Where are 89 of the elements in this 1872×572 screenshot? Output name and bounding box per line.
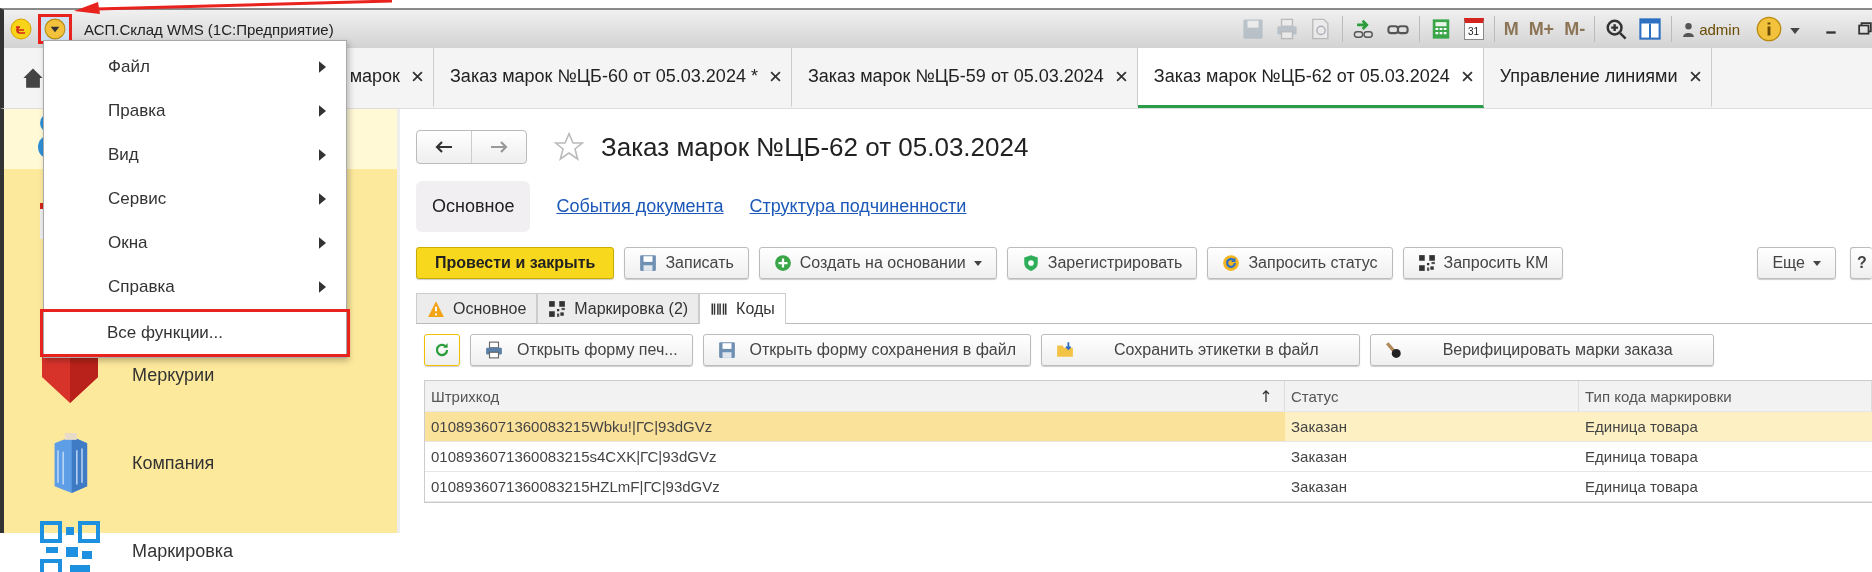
document-title: Заказ марок №ЦБ-62 от 05.03.2024: [601, 131, 1029, 163]
form-tab[interactable]: Основное: [416, 293, 538, 323]
menu-item[interactable]: Сервис: [44, 177, 346, 221]
menu-item[interactable]: Правка: [44, 89, 346, 133]
caret-icon[interactable]: [1790, 28, 1800, 34]
close-icon[interactable]: [412, 71, 423, 82]
toolbar-button[interactable]: Записать: [624, 247, 749, 279]
calendar-button[interactable]: 31: [1463, 18, 1484, 40]
folder-icon: [1056, 341, 1075, 359]
submenu-arrow-icon: [319, 193, 326, 205]
table-cell: 0108936071360083215s4CXK|ГС|93dGVz: [431, 448, 717, 465]
column-header[interactable]: Статус: [1291, 387, 1339, 405]
warning-icon: [427, 299, 445, 318]
app-logo-icon: [10, 18, 32, 40]
toolbar-button[interactable]: Создать на основании: [758, 247, 997, 279]
table-cell: 0108936071360083215Wbku!|ГС|93dGVz: [431, 418, 713, 435]
document-tab[interactable]: Заказ марок №ЦБ-62 от 05.03.2024: [1137, 48, 1484, 108]
stamp-icon: [1384, 341, 1403, 359]
sidebar-item[interactable]: Меркурии: [132, 364, 215, 386]
form-tab[interactable]: Коды: [699, 293, 786, 324]
table-cell: Единица товара: [1585, 418, 1698, 435]
document-tab[interactable]: Заказ марок №ЦБ-60 от 05.03.2024 *: [434, 48, 792, 108]
column-header[interactable]: Штрихкод: [431, 387, 500, 405]
shield-icon: [1021, 254, 1040, 272]
printer-icon: [485, 341, 503, 359]
qr-code-icon[interactable]: [40, 521, 100, 572]
panel-layout-icon[interactable]: [1639, 18, 1662, 40]
menu-item[interactable]: Все функции...: [40, 309, 350, 357]
toolbar-button[interactable]: Открыть форму сохранения в файл: [702, 334, 1032, 366]
close-icon[interactable]: [1461, 71, 1473, 82]
document-tab[interactable]: Заказ марок №ЦБ-59 от 05.03.2024: [791, 48, 1138, 108]
zoom-icon[interactable]: [1605, 18, 1628, 40]
toolbar-button[interactable]: Сохранить этикетки в файл: [1041, 334, 1360, 366]
menu-item[interactable]: Файл: [44, 45, 346, 89]
column-header[interactable]: Тип кода маркировки: [1585, 387, 1732, 405]
form-tab[interactable]: Маркировка (2): [537, 293, 700, 323]
toolbar-button[interactable]: Запросить КМ: [1402, 247, 1564, 279]
form-link[interactable]: События документа: [556, 195, 724, 217]
menu-item[interactable]: Справка: [44, 265, 346, 309]
post-and-close-button[interactable]: Провести и закрыть: [416, 247, 615, 279]
toolbar-button[interactable]: Запросить статус: [1207, 247, 1393, 279]
refresh-button[interactable]: [424, 334, 460, 366]
submenu-arrow-icon: [319, 61, 326, 73]
menu-item[interactable]: Окна: [44, 221, 346, 265]
caret-icon: [973, 260, 982, 266]
table-cell: 0108936071360083215HZLmF|ГС|93dGVz: [431, 478, 720, 495]
plus-icon: [773, 254, 792, 272]
table-row[interactable]: 0108936071360083215HZLmF|ГС|93dGVz Заказан Единица товара: [425, 472, 1872, 502]
more-button[interactable]: Еще: [1757, 247, 1836, 279]
form-tab[interactable]: Основное: [416, 180, 531, 232]
refresh-icon: [433, 341, 451, 359]
star-icon[interactable]: [553, 131, 585, 163]
table-cell: Единица товара: [1585, 448, 1698, 465]
link-arrow-icon[interactable]: [1352, 18, 1375, 40]
caret-icon: [1813, 260, 1821, 266]
window-title: АСП.Склад WMS (1С:Предприятие): [84, 20, 334, 38]
table-cell: Заказан: [1291, 448, 1347, 465]
document-tab[interactable]: Управление линиями: [1483, 48, 1712, 108]
sort-arrow-icon[interactable]: [1262, 390, 1270, 402]
table-row[interactable]: 0108936071360083215Wbku!|ГС|93dGVz Заказан Единица товара: [425, 412, 1872, 442]
restore-icon[interactable]: [1858, 22, 1872, 36]
qr-code-icon: [1417, 254, 1436, 272]
close-icon[interactable]: [1689, 71, 1701, 82]
form-link[interactable]: Структура подчиненности: [749, 195, 967, 217]
user-icon: [1682, 21, 1696, 37]
table-row[interactable]: 0108936071360083215s4CXK|ГС|93dGVz Заказан Единица товара: [425, 442, 1872, 472]
user-name[interactable]: admin: [1699, 20, 1740, 38]
submenu-arrow-icon: [319, 281, 326, 293]
toolbar-button[interactable]: Верифицировать марки заказа: [1369, 334, 1714, 366]
toolbar-button[interactable]: Открыть форму печ...: [470, 334, 693, 366]
menu-item[interactable]: Вид: [44, 133, 346, 177]
help-button[interactable]: ?: [1850, 247, 1872, 279]
sidebar-item[interactable]: Компания: [132, 452, 215, 474]
info-icon[interactable]: [1756, 16, 1782, 42]
qr-code-icon: [548, 299, 567, 318]
sidebar-item[interactable]: Маркировка: [132, 540, 233, 562]
submenu-arrow-icon: [319, 237, 326, 249]
barcode-icon: [710, 300, 729, 318]
table-cell: Заказан: [1291, 418, 1347, 435]
toolbar-button[interactable]: Зарегистрировать: [1006, 247, 1198, 279]
table-cell: Заказан: [1291, 478, 1347, 495]
back-forward-buttons[interactable]: [416, 130, 527, 164]
close-icon[interactable]: [1115, 71, 1127, 82]
submenu-arrow-icon: [319, 105, 326, 117]
close-icon[interactable]: [769, 71, 781, 82]
home-icon[interactable]: [22, 67, 44, 89]
submenu-arrow-icon: [319, 149, 326, 161]
refresh-icon: [1222, 254, 1241, 272]
table-cell: Единица товара: [1585, 478, 1698, 495]
